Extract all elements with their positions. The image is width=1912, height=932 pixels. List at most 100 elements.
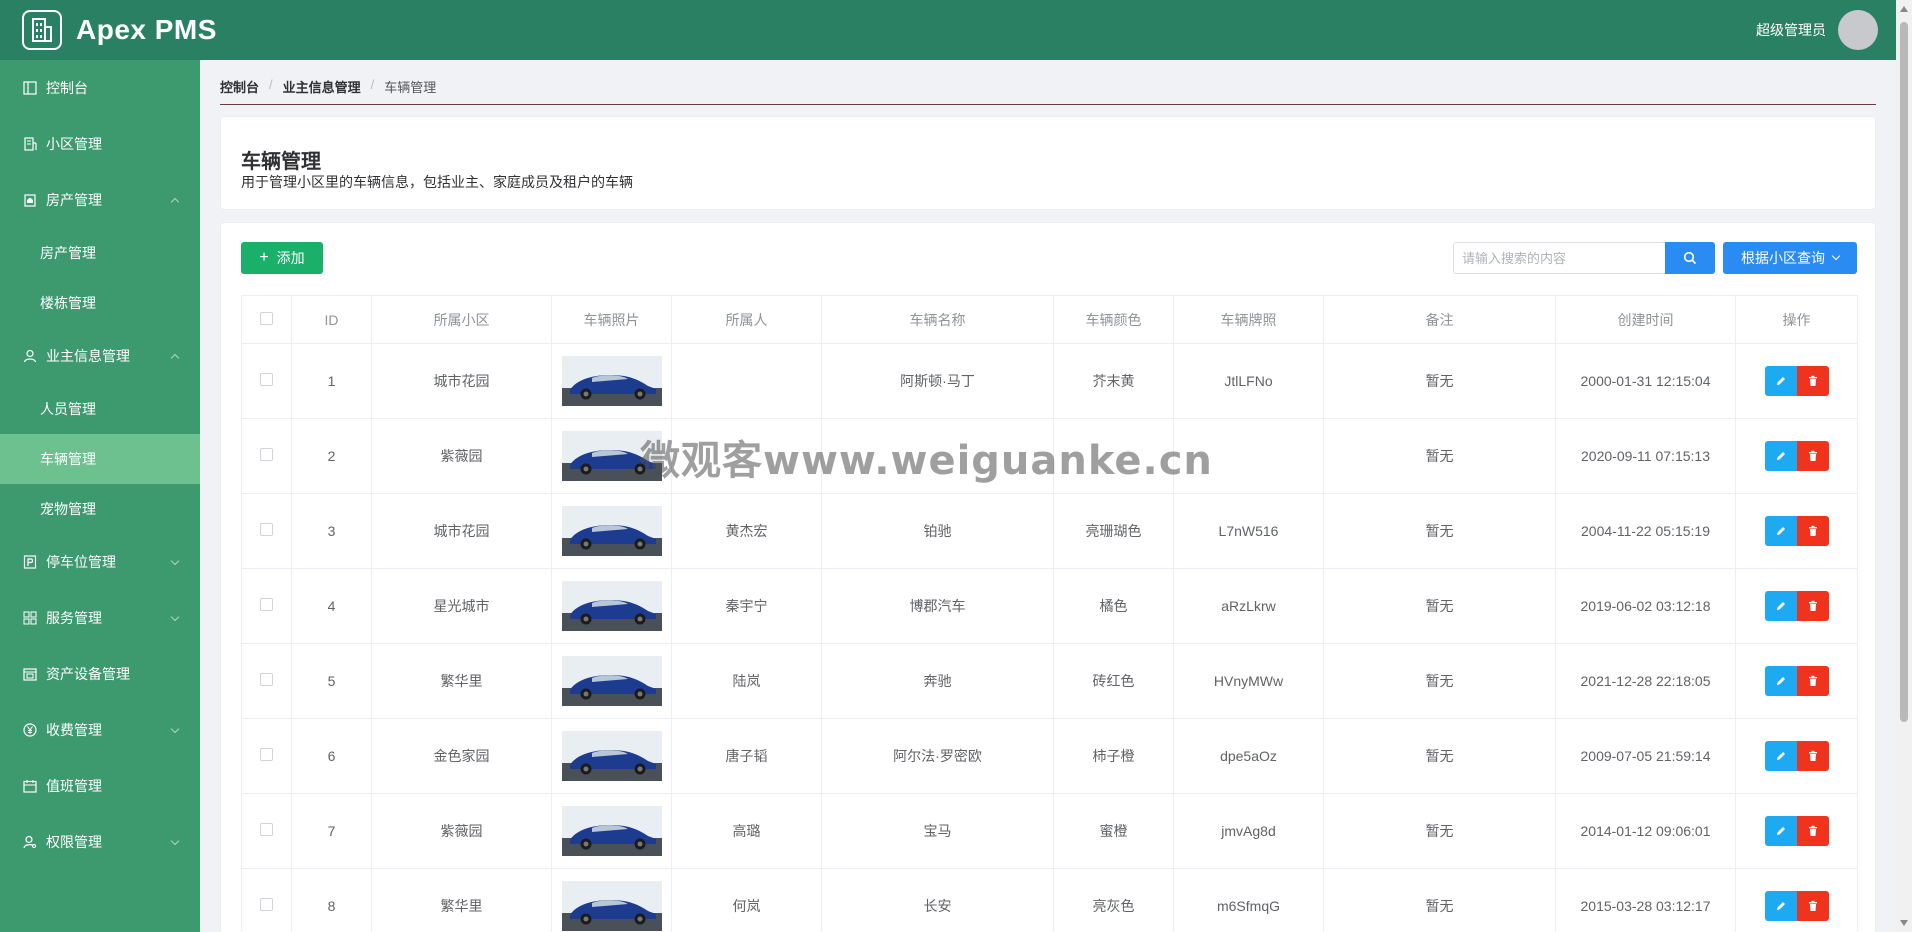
row-select-cell[interactable]: [241, 418, 292, 494]
avatar[interactable]: [1838, 10, 1878, 50]
cell-created: 2004-11-22 05:15:19: [1555, 493, 1736, 569]
delete-button[interactable]: [1796, 666, 1829, 696]
divider: [220, 104, 1876, 105]
row-checkbox[interactable]: [260, 598, 273, 611]
edit-button[interactable]: [1764, 666, 1797, 696]
breadcrumb-separator: /: [269, 77, 273, 92]
table-row[interactable]: 3 城市花园 黄杰宏 铂驰 亮珊瑚色 L7nW516 暂无 2004-11-22…: [241, 493, 1858, 569]
row-select-cell[interactable]: [241, 718, 292, 794]
sidebar-item-label: 控制台: [46, 80, 88, 96]
sidebar-item-fee[interactable]: 收费管理: [0, 702, 200, 758]
car-photo[interactable]: [561, 506, 662, 556]
sidebar-item-permission[interactable]: 权限管理: [0, 814, 200, 870]
edit-button[interactable]: [1764, 741, 1797, 771]
car-photo[interactable]: [561, 656, 662, 706]
cell-community: 紫薇园: [371, 418, 552, 494]
sidebar-subitem-pet[interactable]: 宠物管理: [0, 484, 200, 534]
sidebar-subitem-property[interactable]: 房产管理: [0, 228, 200, 278]
breadcrumb-item[interactable]: 控制台: [220, 77, 259, 96]
column-header: 创建时间: [1555, 295, 1736, 344]
cell-actions: [1735, 793, 1858, 869]
sidebar-item-service[interactable]: 服务管理: [0, 590, 200, 646]
cell-community: 紫薇园: [371, 793, 552, 869]
scroll-up-icon[interactable]: [1900, 6, 1908, 12]
cell-name: 铂驰: [821, 493, 1054, 569]
table-row[interactable]: 1 城市花园 阿斯顿·马丁 芥末黄 JtlLFNo 暂无 2000-01-31 …: [241, 343, 1858, 419]
table-row[interactable]: 6 金色家园 唐子韬 阿尔法·罗密欧 柿子橙 dpe5aOz 暂无 2009-0…: [241, 718, 1858, 794]
search-input[interactable]: [1453, 242, 1665, 274]
user-menu[interactable]: 超级管理员: [1756, 10, 1878, 50]
row-select-cell[interactable]: [241, 568, 292, 644]
delete-button[interactable]: [1796, 891, 1829, 921]
page-header-card: 车辆管理 用于管理小区里的车辆信息，包括业主、家庭成员及租户的车辆: [220, 116, 1876, 210]
sidebar-item-owner[interactable]: 业主信息管理: [0, 328, 200, 384]
row-actions: [1764, 591, 1829, 621]
edit-button[interactable]: [1764, 366, 1797, 396]
add-button[interactable]: + 添加: [241, 242, 323, 274]
row-select-cell[interactable]: [241, 493, 292, 569]
row-select-cell[interactable]: [241, 643, 292, 719]
car-photo[interactable]: [561, 356, 662, 406]
app-logo[interactable]: Apex PMS: [22, 10, 217, 50]
sidebar-subitem-label: 宠物管理: [40, 501, 96, 517]
delete-button[interactable]: [1796, 591, 1829, 621]
row-checkbox[interactable]: [260, 823, 273, 836]
row-checkbox[interactable]: [260, 673, 273, 686]
cell-photo: [551, 868, 672, 932]
sidebar-subitem-building[interactable]: 楼栋管理: [0, 278, 200, 328]
edit-button[interactable]: [1764, 891, 1797, 921]
select-all-checkbox[interactable]: [260, 311, 273, 325]
car-photo[interactable]: [561, 881, 662, 931]
pencil-icon: [1776, 752, 1785, 760]
car-photo[interactable]: [561, 581, 662, 631]
sidebar-subitem-label: 楼栋管理: [40, 295, 96, 311]
sidebar-subitem-vehicle[interactable]: 车辆管理: [0, 434, 200, 484]
row-select-cell[interactable]: [241, 793, 292, 869]
parking-icon: [22, 554, 38, 570]
row-checkbox[interactable]: [260, 373, 273, 386]
sidebar-item-community[interactable]: 小区管理: [0, 116, 200, 172]
cell-id: 8: [291, 868, 372, 932]
breadcrumb-item[interactable]: 业主信息管理: [283, 77, 361, 96]
page-scrollbar[interactable]: [1896, 0, 1912, 932]
sidebar-subitem-person[interactable]: 人员管理: [0, 384, 200, 434]
cell-owner: 高璐: [671, 793, 822, 869]
row-checkbox[interactable]: [260, 448, 273, 461]
sidebar-item-parking[interactable]: 停车位管理: [0, 534, 200, 590]
table-row[interactable]: 7 紫薇园 高璐 宝马 蜜橙 jmvAg8d 暂无 2014-01-12 09:…: [241, 793, 1858, 869]
select-all-cell[interactable]: [241, 295, 292, 344]
edit-button[interactable]: [1764, 816, 1797, 846]
edit-button[interactable]: [1764, 441, 1797, 471]
table-row[interactable]: 5 繁华里 陆岚 奔驰 砖红色 HVnyMWw 暂无 2021-12-28 22…: [241, 643, 1858, 719]
scroll-down-icon[interactable]: [1900, 920, 1908, 926]
delete-button[interactable]: [1796, 366, 1829, 396]
sidebar-item-property[interactable]: 房产管理: [0, 172, 200, 228]
sidebar-item-dashboard[interactable]: 控制台: [0, 60, 200, 116]
edit-button[interactable]: [1764, 516, 1797, 546]
sidebar-item-duty[interactable]: 值班管理: [0, 758, 200, 814]
row-select-cell[interactable]: [241, 868, 292, 932]
building-logo-icon: [22, 10, 62, 50]
scroll-thumb[interactable]: [1900, 22, 1908, 722]
delete-button[interactable]: [1796, 816, 1829, 846]
query-by-community-button[interactable]: 根据小区查询: [1723, 242, 1857, 274]
add-button-label: 添加: [276, 250, 305, 266]
row-checkbox[interactable]: [260, 523, 273, 536]
cell-owner: 秦宇宁: [671, 568, 822, 644]
delete-button[interactable]: [1796, 516, 1829, 546]
search-button[interactable]: [1665, 242, 1715, 274]
pencil-icon: [1776, 827, 1785, 835]
delete-button[interactable]: [1796, 441, 1829, 471]
sidebar-subitem-label: 房产管理: [40, 245, 96, 261]
row-checkbox[interactable]: [260, 898, 273, 911]
edit-button[interactable]: [1764, 591, 1797, 621]
cell-name: 阿斯顿·马丁: [821, 343, 1054, 419]
sidebar-item-asset[interactable]: 资产设备管理: [0, 646, 200, 702]
car-photo[interactable]: [561, 731, 662, 781]
table-row[interactable]: 8 繁华里 何岚 长安 亮灰色 m6SfmqG 暂无 2015-03-28 03…: [241, 868, 1858, 932]
row-checkbox[interactable]: [260, 748, 273, 761]
row-select-cell[interactable]: [241, 343, 292, 419]
table-row[interactable]: 4 星光城市 秦宇宁 博郡汽车 橘色 aRzLkrw 暂无 2019-06-02…: [241, 568, 1858, 644]
car-photo[interactable]: [561, 806, 662, 856]
delete-button[interactable]: [1796, 741, 1829, 771]
